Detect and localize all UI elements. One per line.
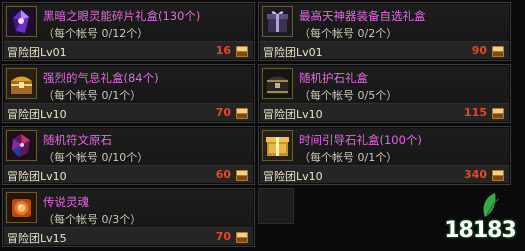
purchase-limit: （每个帐号 0/1个） (299, 151, 398, 164)
item-name: 随机符文原石 (43, 133, 112, 147)
item-name: 强烈的气息礼盒(84个) (43, 71, 159, 85)
shop-item-card[interactable]: 最高天神器装备自选礼盒 （每个帐号 0/2个） 冒险团Lv01 90 (258, 2, 511, 61)
currency-icon (492, 170, 504, 181)
rune-stone-icon (6, 130, 37, 161)
orange-soul-icon (6, 192, 37, 223)
currency-icon (492, 46, 504, 57)
item-name: 最高天神器装备自选礼盒 (299, 9, 426, 23)
shop-item-grid: 黑暗之眼灵能碎片礼盒(130个) （每个帐号 0/12个） 冒险团Lv01 16… (0, 0, 525, 251)
item-price: 340 (464, 168, 487, 181)
shop-item-card[interactable]: 时间引导石礼盒(100个) （每个帐号 0/1个） 冒险团Lv10 340 (258, 126, 511, 185)
currency-icon (236, 232, 248, 243)
currency-icon (236, 170, 248, 181)
shop-item-card[interactable]: 黑暗之眼灵能碎片礼盒(130个) （每个帐号 0/12个） 冒险团Lv01 16 (2, 2, 255, 61)
item-footer: 冒险团Lv10 70 (4, 103, 253, 121)
black-chest-icon (262, 68, 293, 99)
item-price: 115 (464, 106, 487, 119)
item-name: 随机护石礼盒 (299, 71, 368, 85)
gold-chest-icon (6, 68, 37, 99)
level-requirement: 冒险团Lv15 (7, 232, 67, 245)
site-watermark-logo: 18183 (441, 189, 519, 245)
item-footer: 冒险团Lv01 16 (4, 41, 253, 59)
purple-crystal-icon (6, 6, 37, 37)
purchase-limit: （每个帐号 0/10个） (43, 151, 149, 164)
item-footer: 冒险团Lv10 60 (4, 165, 253, 183)
purchase-limit: （每个帐号 0/12个） (43, 27, 149, 40)
purchase-limit: （每个帐号 0/5个） (299, 89, 398, 102)
dark-gift-box-icon (262, 6, 293, 37)
shop-item-card[interactable]: 随机护石礼盒 （每个帐号 0/5个） 冒险团Lv10 115 (258, 64, 511, 123)
currency-icon (492, 108, 504, 119)
purchase-limit: （每个帐号 0/2个） (299, 27, 398, 40)
item-footer: 冒险团Lv10 115 (260, 103, 509, 121)
level-requirement: 冒险团Lv10 (263, 108, 323, 121)
watermark-text: 18183 (444, 218, 517, 243)
item-price: 90 (471, 44, 487, 57)
shop-item-card[interactable]: 随机符文原石 （每个帐号 0/10个） 冒险团Lv10 60 (2, 126, 255, 185)
empty-item-slot (258, 188, 294, 224)
item-footer: 冒险团Lv01 90 (260, 41, 509, 59)
gold-box-icon (262, 130, 293, 161)
level-requirement: 冒险团Lv10 (263, 170, 323, 183)
item-price: 60 (215, 168, 231, 181)
level-requirement: 冒险团Lv10 (7, 108, 67, 121)
level-requirement: 冒险团Lv01 (7, 46, 67, 59)
item-price: 70 (215, 106, 231, 119)
currency-icon (236, 46, 248, 57)
item-price: 16 (215, 44, 231, 57)
item-name: 时间引导石礼盒(100个) (299, 133, 422, 147)
item-footer: 冒险团Lv15 70 (4, 227, 253, 245)
shop-item-card[interactable]: 强烈的气息礼盒(84个) （每个帐号 0/1个） 冒险团Lv10 70 (2, 64, 255, 123)
purchase-limit: （每个帐号 0/1个） (43, 89, 142, 102)
level-requirement: 冒险团Lv10 (7, 170, 67, 183)
item-price: 70 (215, 230, 231, 243)
item-footer: 冒险团Lv10 340 (260, 165, 509, 183)
currency-icon (236, 108, 248, 119)
item-name: 传说灵魂 (43, 195, 89, 209)
purchase-limit: （每个帐号 0/3个） (43, 213, 142, 226)
shop-item-card[interactable]: 传说灵魂 （每个帐号 0/3个） 冒险团Lv15 70 (2, 188, 255, 247)
watermark-leaf-icon (483, 193, 500, 217)
item-name: 黑暗之眼灵能碎片礼盒(130个) (43, 9, 201, 23)
level-requirement: 冒险团Lv01 (263, 46, 323, 59)
